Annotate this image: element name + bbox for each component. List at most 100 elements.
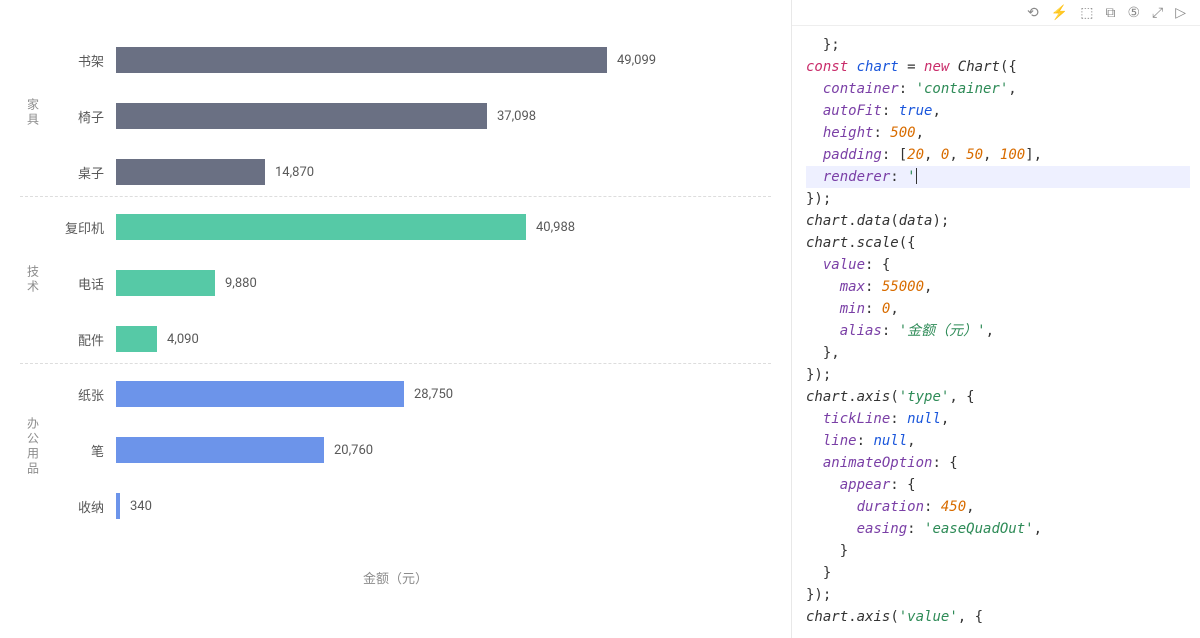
code-line[interactable]: }: [806, 562, 1190, 584]
play-icon[interactable]: ▷: [1175, 5, 1186, 21]
code-token: [806, 125, 823, 141]
code-line[interactable]: appear: {: [806, 474, 1190, 496]
code-token: ,: [983, 147, 1000, 163]
code-line[interactable]: value: {: [806, 254, 1190, 276]
code-token: [806, 323, 840, 339]
code-pane: ⟲ ⚡ ⬚ ⧉ ⑤ ⤢ ▷ };const chart = new Chart({ cont…: [791, 0, 1200, 638]
code-line[interactable]: renderer: ': [806, 166, 1190, 188]
bar-value: 20,760: [334, 443, 373, 458]
chart-pane: 家具书架49,099椅子37,098桌子14,870技术复印机40,988电话9…: [0, 0, 791, 638]
bar-wrap: 40,988: [116, 214, 771, 240]
bar[interactable]: [116, 47, 607, 73]
chart-body: 家具书架49,099椅子37,098桌子14,870技术复印机40,988电话9…: [20, 40, 771, 540]
bar[interactable]: [116, 381, 404, 407]
html-icon[interactable]: ⑤: [1127, 5, 1140, 21]
code-line[interactable]: padding: [20, 0, 50, 100],: [806, 144, 1190, 166]
bar-value: 37,098: [497, 109, 536, 124]
code-line[interactable]: chart.axis('value', {: [806, 606, 1190, 628]
code-token: [806, 301, 840, 317]
code-token: ({: [899, 235, 916, 251]
code-token: ({: [1000, 59, 1017, 75]
code-line[interactable]: tickLine: null,: [806, 408, 1190, 430]
code-line[interactable]: max: 55000,: [806, 276, 1190, 298]
bar[interactable]: [116, 214, 526, 240]
code-token: 450: [941, 499, 966, 515]
bar-wrap: 49,099: [116, 47, 771, 73]
code-token: :: [890, 411, 907, 427]
code-line[interactable]: chart.data(data);: [806, 210, 1190, 232]
code-token: chart: [857, 59, 899, 75]
code-token: ,: [924, 147, 941, 163]
group-rows: 书架49,099椅子37,098桌子14,870: [46, 40, 771, 186]
bar-wrap: 9,880: [116, 270, 771, 296]
chart-group: 技术复印机40,988电话9,880配件4,090: [20, 207, 771, 364]
bar[interactable]: [116, 326, 157, 352]
code-token: }: [806, 565, 831, 581]
code-editor[interactable]: };const chart = new Chart({ container: '…: [792, 26, 1200, 636]
code-line[interactable]: line: null,: [806, 430, 1190, 452]
row-label: 配件: [46, 330, 116, 349]
code-token: .: [848, 213, 856, 229]
code-line[interactable]: min: 0,: [806, 298, 1190, 320]
code-line[interactable]: alias: '金额（元）',: [806, 320, 1190, 342]
chart-row: 纸张28,750: [46, 380, 771, 408]
code-token: },: [806, 345, 840, 361]
cube-icon[interactable]: ⬚: [1080, 5, 1093, 21]
expand-icon[interactable]: ⤢: [1152, 5, 1163, 21]
code-line[interactable]: });: [806, 188, 1190, 210]
code-token: chart: [806, 609, 848, 625]
bar[interactable]: [116, 493, 120, 519]
code-token: tickLine: [823, 411, 890, 427]
app-root: 家具书架49,099椅子37,098桌子14,870技术复印机40,988电话9…: [0, 0, 1200, 638]
code-line[interactable]: });: [806, 364, 1190, 386]
thunder-icon[interactable]: ⚡: [1051, 5, 1068, 21]
code-token: ,: [932, 103, 940, 119]
bar[interactable]: [116, 159, 265, 185]
code-token: [806, 81, 823, 97]
bar[interactable]: [116, 103, 487, 129]
code-line[interactable]: chart.axis('type', {: [806, 386, 1190, 408]
bar-value: 40,988: [536, 220, 575, 235]
row-label: 书架: [46, 51, 116, 70]
code-token: );: [932, 213, 949, 229]
code-line[interactable]: };: [806, 34, 1190, 56]
code-token: min: [840, 301, 865, 317]
chart-group: 家具书架49,099椅子37,098桌子14,870: [20, 40, 771, 197]
bar[interactable]: [116, 437, 324, 463]
bar[interactable]: [116, 270, 215, 296]
code-line[interactable]: });: [806, 584, 1190, 606]
code-line[interactable]: duration: 450,: [806, 496, 1190, 518]
code-line[interactable]: const chart = new Chart({: [806, 56, 1190, 78]
code-token: (: [890, 609, 898, 625]
code-token: [806, 455, 823, 471]
text-cursor: [916, 168, 917, 184]
code-token: value: [823, 257, 865, 273]
code-token: :: [907, 521, 924, 537]
code-line[interactable]: },: [806, 342, 1190, 364]
code-line[interactable]: easing: 'easeQuadOut',: [806, 518, 1190, 540]
code-line[interactable]: container: 'container',: [806, 78, 1190, 100]
reset-icon[interactable]: ⟲: [1027, 5, 1039, 21]
code-token: ,: [907, 433, 915, 449]
bar-value: 9,880: [225, 276, 257, 291]
code-line[interactable]: animateOption: {: [806, 452, 1190, 474]
bar-wrap: 37,098: [116, 103, 771, 129]
chart-row: 桌子14,870: [46, 158, 771, 186]
code-token: [806, 499, 857, 515]
code-line[interactable]: height: 500,: [806, 122, 1190, 144]
code-line[interactable]: autoFit: true,: [806, 100, 1190, 122]
x-axis-label: 金额（元）: [20, 568, 771, 587]
code-line[interactable]: chart.scale({: [806, 232, 1190, 254]
code-line[interactable]: }: [806, 540, 1190, 562]
chart-row: 收纳340: [46, 492, 771, 520]
code-token: [806, 37, 823, 53]
bar-wrap: 340: [116, 493, 771, 519]
code-token: ': [907, 169, 915, 185]
copy-icon[interactable]: ⧉: [1105, 5, 1115, 21]
code-toolbar: ⟲ ⚡ ⬚ ⧉ ⑤ ⤢ ▷: [792, 0, 1200, 26]
code-token: '金额（元）': [899, 323, 986, 339]
code-token: chart: [806, 213, 848, 229]
code-token: });: [806, 191, 831, 207]
code-token: : {: [932, 455, 957, 471]
chart-row: 配件4,090: [46, 325, 771, 353]
